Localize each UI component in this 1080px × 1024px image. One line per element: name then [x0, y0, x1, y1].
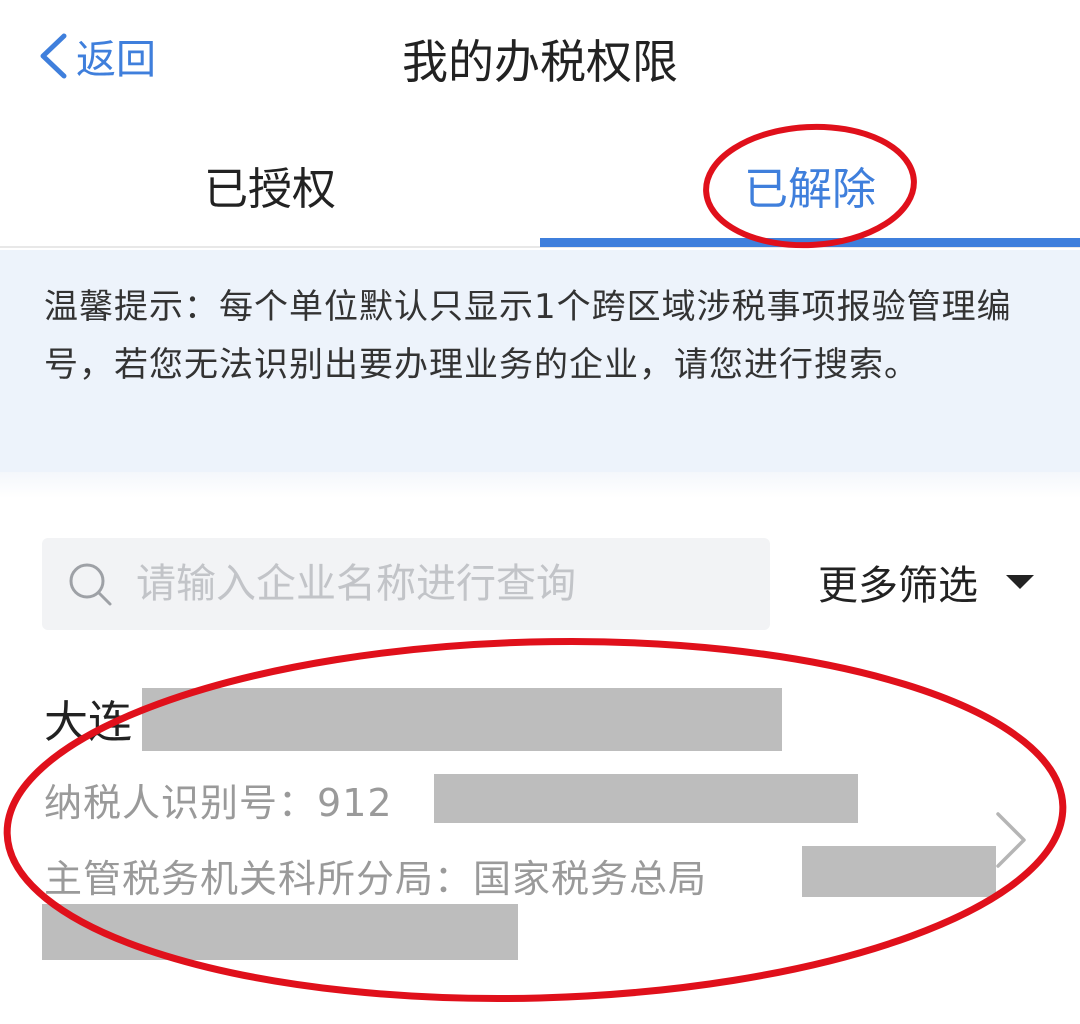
more-filter-label: 更多筛选: [818, 563, 978, 609]
tax-office-value: 国家税务总局: [473, 857, 708, 901]
active-tab-indicator: [540, 238, 1080, 247]
tab-authorized[interactable]: 已授权: [0, 150, 540, 220]
notice-shadow: [0, 472, 1080, 498]
taxpayer-id-label: 纳税人识别号：: [44, 781, 318, 825]
redaction-taxpayer-id: [434, 774, 858, 823]
notice-text: 温馨提示：每个单位默认只显示1个跨区域涉税事项报验管理编号，若您无法识别出要办理…: [44, 287, 1012, 385]
taxpayer-id-value: 912: [317, 781, 393, 825]
search-icon: [69, 563, 112, 606]
tax-office-label: 主管税务机关科所分局：: [44, 857, 474, 901]
caret-down-icon: [1006, 575, 1034, 589]
more-filter-button[interactable]: 更多筛选: [818, 552, 1034, 612]
search-box[interactable]: [42, 538, 770, 630]
redaction-tax-office-cont: [42, 904, 518, 960]
chevron-right-icon: [996, 812, 1026, 868]
taxpayer-id-line: 纳税人识别号：912: [44, 772, 393, 827]
page-title: 我的办税权限: [402, 35, 678, 89]
tax-office-line: 主管税务机关科所分局：国家税务总局: [44, 848, 707, 903]
search-input[interactable]: [134, 560, 738, 608]
company-name: 大连: [44, 697, 132, 748]
redaction-tax-office: [802, 846, 996, 897]
redaction-company-name: [142, 688, 782, 751]
tab-revoked[interactable]: 已解除: [540, 150, 1080, 220]
